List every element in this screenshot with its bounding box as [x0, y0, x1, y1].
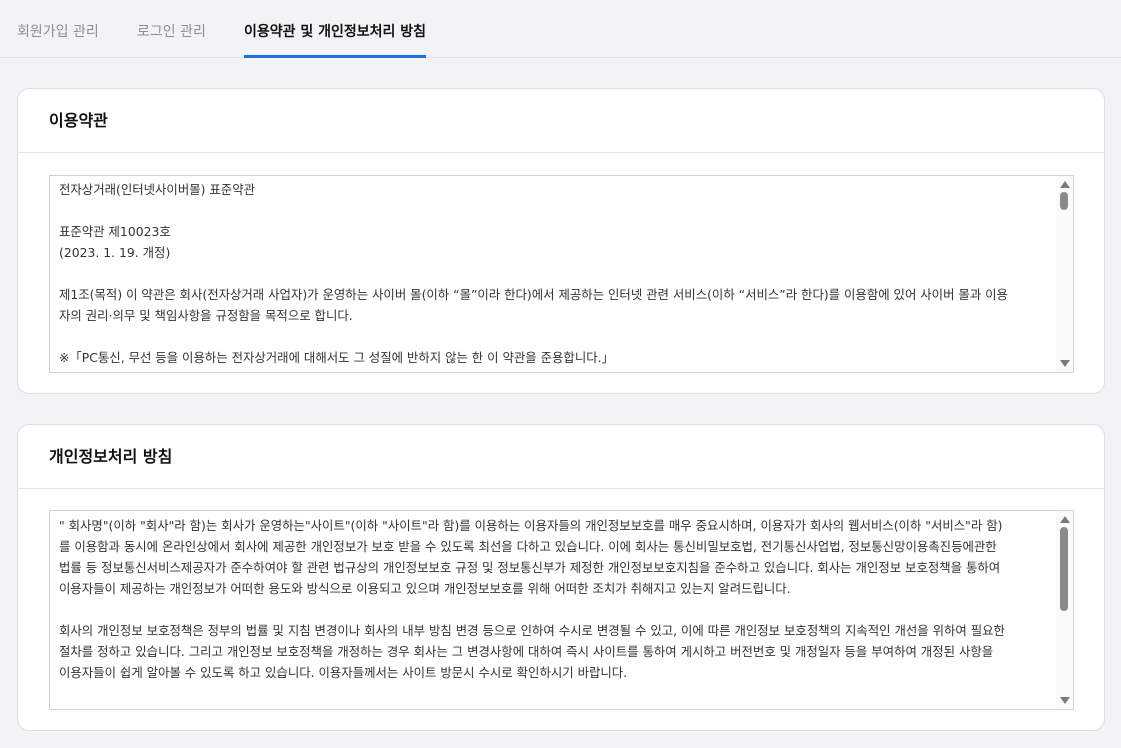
privacy-text: " 회사명"(이하 "회사"라 함)는 회사가 운영하는"사이트"(이하 "사이…	[59, 511, 1051, 709]
terms-line: 제1조(목적) 이 약관은 회사(전자상거래 사업자)가 운영하는 사이버 몰(…	[59, 287, 1008, 302]
privacy-line: " 회사명"(이하 "회사"라 함)는 회사가 운영하는"사이트"(이하 "사이…	[59, 518, 1003, 533]
privacy-line: 를 이용함과 동시에 온라인상에서 회사에 제공한 개인정보가 보호 받을 수 …	[59, 539, 997, 554]
terms-line: (2023. 1. 19. 개정)	[59, 245, 171, 260]
scroll-up-arrow-icon[interactable]	[1060, 516, 1070, 523]
scroll-up-arrow-icon[interactable]	[1060, 181, 1070, 188]
settings-tabs: 회원가입 관리 로그인 관리 이용약관 및 개인정보처리 방침	[0, 0, 1121, 58]
scroll-down-arrow-icon[interactable]	[1060, 697, 1070, 704]
privacy-line: 절차를 정하고 있습니다. 그리고 개인정보 보호정책을 개정하는 경우 회사는…	[59, 644, 994, 659]
privacy-line: 법률 등 정보통신서비스제공자가 준수하여야 할 관련 법규상의 개인정보보호 …	[59, 560, 1001, 575]
tab-signup-management[interactable]: 회원가입 관리	[17, 0, 99, 57]
tab-login-management[interactable]: 로그인 관리	[137, 0, 206, 57]
privacy-line	[59, 599, 1051, 620]
terms-title: 이용약관	[18, 89, 1104, 153]
scroll-down-arrow-icon[interactable]	[1060, 360, 1070, 367]
privacy-scrollbar[interactable]	[1056, 511, 1073, 709]
privacy-title: 개인정보처리 방침	[18, 425, 1104, 489]
privacy-line: 회사의 개인정보 보호정책은 정부의 법률 및 지침 변경이나 회사의 내부 방…	[59, 623, 1005, 638]
terms-scrollbar[interactable]	[1056, 176, 1073, 372]
terms-line: 전자상거래(인터넷사이버몰) 표준약관	[59, 182, 255, 197]
terms-line	[59, 200, 1051, 221]
terms-line: 표준약관 제10023호	[59, 224, 171, 239]
terms-line	[59, 263, 1051, 284]
privacy-line: 이용자들이 제공하는 개인정보가 어떠한 용도와 방식으로 이용되고 있으며 개…	[59, 581, 791, 596]
terms-card: 이용약관 전자상거래(인터넷사이버몰) 표준약관 표준약관 제10023호 (2…	[17, 88, 1105, 394]
privacy-textarea[interactable]: " 회사명"(이하 "회사"라 함)는 회사가 운영하는"사이트"(이하 "사이…	[49, 510, 1074, 710]
terms-textarea[interactable]: 전자상거래(인터넷사이버몰) 표준약관 표준약관 제10023호 (2023. …	[49, 175, 1074, 373]
privacy-line: 이용자들이 쉽게 알아볼 수 있도록 하고 있습니다. 이용자들께서는 사이트 …	[59, 665, 628, 680]
terms-text: 전자상거래(인터넷사이버몰) 표준약관 표준약관 제10023호 (2023. …	[59, 176, 1051, 372]
privacy-card: 개인정보처리 방침 " 회사명"(이하 "회사"라 함)는 회사가 운영하는"사…	[17, 424, 1105, 731]
scrollbar-thumb[interactable]	[1060, 192, 1068, 210]
terms-line: ※「PC통신, 무선 등을 이용하는 전자상거래에 대해서도 그 성질에 반하지…	[59, 350, 614, 365]
terms-line	[59, 326, 1051, 347]
tab-terms-and-privacy[interactable]: 이용약관 및 개인정보처리 방침	[244, 0, 427, 58]
terms-line: 자의 권리·의무 및 책임사항을 규정함을 목적으로 합니다.	[59, 308, 353, 323]
scrollbar-thumb[interactable]	[1060, 527, 1068, 611]
